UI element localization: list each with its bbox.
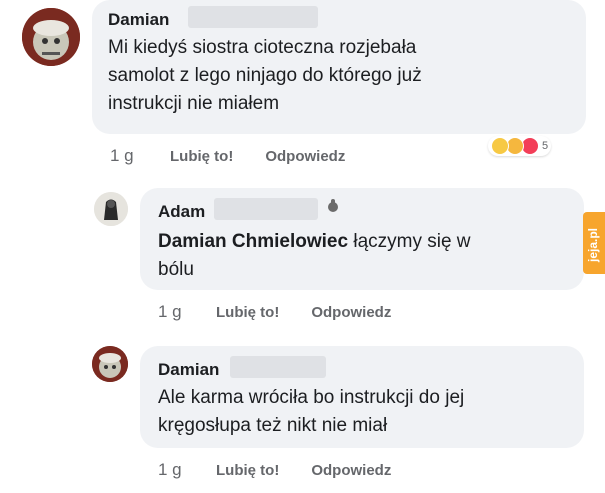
author-badge-icon [326,198,340,214]
comment-author[interactable]: Damian [108,10,169,30]
watermark-logo: jeja.pl [586,227,600,262]
comment-text-line: Ale karma wróciła bo instrukcji do jej [158,387,465,408]
comment-text: Damian Chmielowiec łączymy się w bólu [158,228,578,284]
comment-author[interactable]: Damian [158,360,219,380]
reactions-summary[interactable]: 5 [488,136,552,156]
reaction-count: 5 [542,140,549,152]
redacted-surname [214,198,318,220]
like-button[interactable]: Lubię to! [170,148,233,165]
comment-time[interactable]: 1 g [158,302,198,322]
comment-time[interactable]: 1 g [110,146,150,166]
comment-text-line: instrukcji nie miałem [108,93,280,114]
reply-button[interactable]: Odpowiedz [265,148,345,165]
avatar-image [92,346,128,382]
haha-reaction-icon [491,137,509,155]
watermark: jeja.pl [583,212,605,274]
reply-button[interactable]: Odpowiedz [311,304,391,321]
comment-actions: 1 g Lubię to! Odpowiedz [158,460,391,480]
comment-thread: Damian Mi kiedyś siostra cioteczna rozje… [0,0,605,493]
comment-text: Ale karma wróciła bo instrukcji do jej k… [158,384,578,440]
comment-text-line: Damian Chmielowiec łączymy się w [158,228,578,256]
comment-text-line: Mi kiedyś siostra cioteczna rozjebała [108,37,417,58]
like-button[interactable]: Lubię to! [216,304,279,321]
reply-button[interactable]: Odpowiedz [311,462,391,479]
comment-actions: 1 g Lubię to! Odpowiedz [158,302,391,322]
comment-text-line: samolot z lego ninjago do którego już [108,65,422,86]
comment-time[interactable]: 1 g [158,460,198,480]
comment-actions: 1 g Lubię to! Odpowiedz [110,146,345,166]
comment-text-line: bólu [158,259,194,280]
like-button[interactable]: Lubię to! [216,462,279,479]
avatar-image [22,8,80,66]
redacted-surname [188,6,318,28]
avatar[interactable] [92,346,128,382]
avatar-image [94,192,128,226]
avatar[interactable] [22,8,80,66]
comment-text-line: kręgosłupa też nikt nie miał [158,415,388,436]
avatar[interactable] [94,192,128,226]
mention-link[interactable]: Damian Chmielowiec [158,231,348,252]
redacted-surname [230,356,326,378]
comment-author[interactable]: Adam [158,202,205,222]
comment-text: Mi kiedyś siostra cioteczna rozjebała sa… [108,34,578,118]
comment-text-fragment: łączymy się w [353,231,471,252]
